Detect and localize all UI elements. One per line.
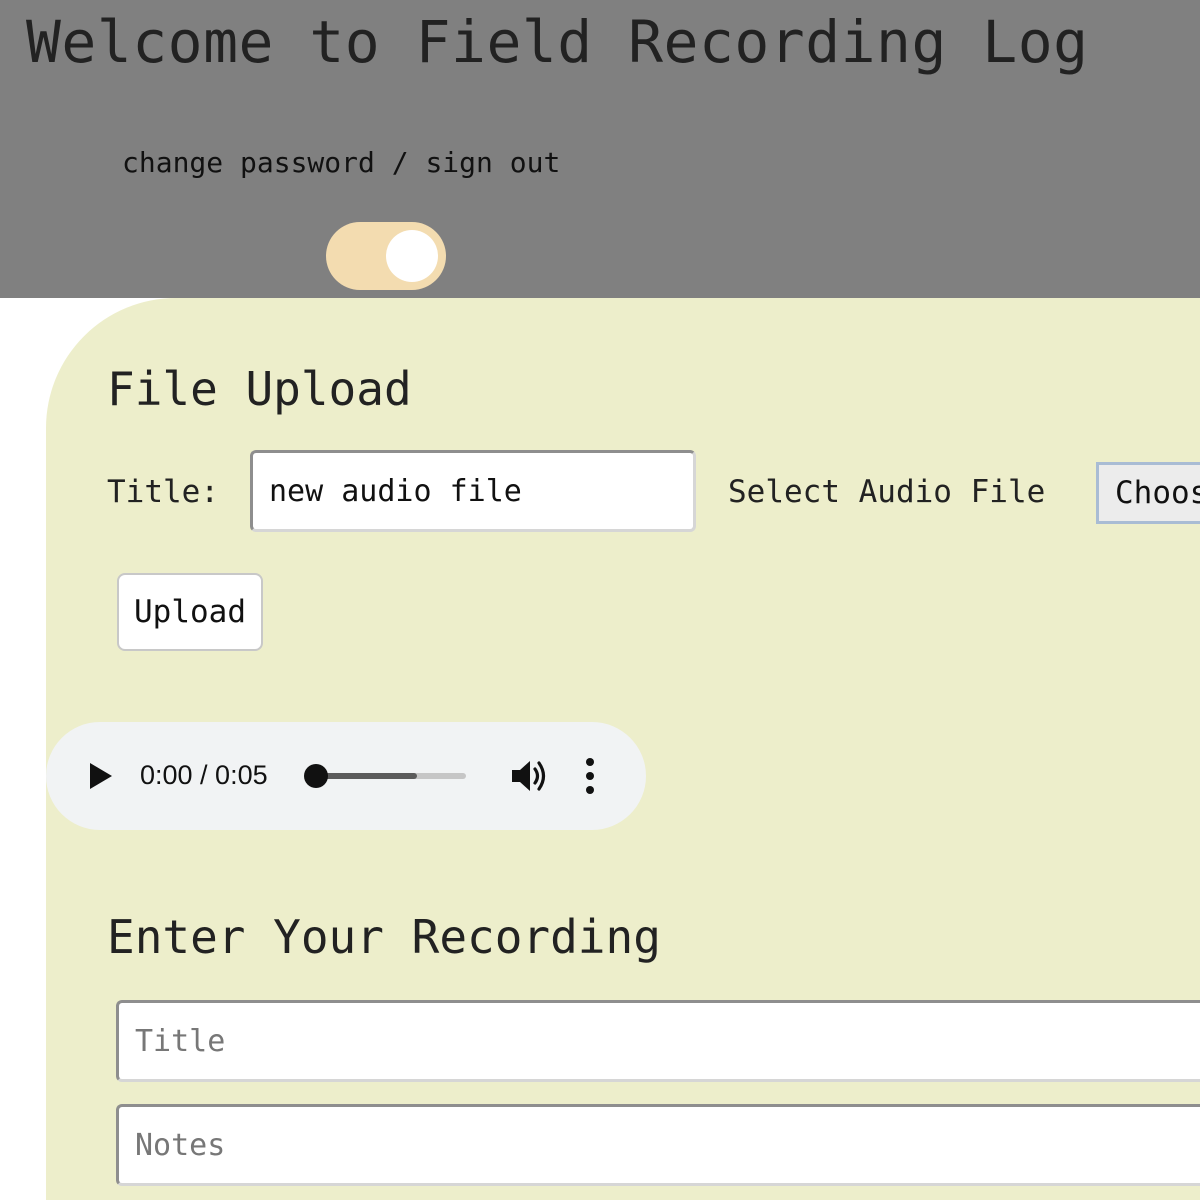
enter-recording-heading: Enter Your Recording: [107, 910, 661, 964]
audio-player: 0:00 / 0:05: [46, 722, 646, 830]
upload-title-input[interactable]: [250, 450, 696, 532]
sign-out-link[interactable]: sign out: [425, 146, 560, 179]
title-label: Title:: [107, 474, 219, 510]
seek-slider[interactable]: [304, 764, 466, 788]
file-upload-heading: File Upload: [107, 362, 412, 416]
time-display: 0:00 / 0:05: [140, 760, 268, 790]
main-panel: File Upload Title: Select Audio File Cho…: [46, 298, 1200, 1200]
seek-thumb[interactable]: [304, 764, 328, 788]
theme-toggle[interactable]: [326, 222, 446, 290]
app-title: Welcome to Field Recording Log: [26, 8, 1089, 76]
change-password-link[interactable]: change password: [122, 146, 375, 179]
recording-notes-input[interactable]: [116, 1104, 1200, 1186]
play-icon[interactable]: [90, 763, 112, 789]
select-audio-label: Select Audio File: [728, 474, 1046, 510]
seek-buffered-bar: [316, 773, 417, 779]
upload-button[interactable]: Upload: [117, 573, 263, 651]
more-options-icon[interactable]: [580, 758, 600, 794]
choose-file-button[interactable]: Choose File: [1096, 462, 1200, 524]
recording-title-input[interactable]: [116, 1000, 1200, 1082]
account-links: change password / sign out: [122, 146, 560, 179]
page-header: Welcome to Field Recording Log change pa…: [0, 0, 1200, 298]
link-separator: /: [374, 146, 426, 179]
toggle-knob: [386, 230, 438, 282]
volume-icon[interactable]: [510, 757, 550, 795]
